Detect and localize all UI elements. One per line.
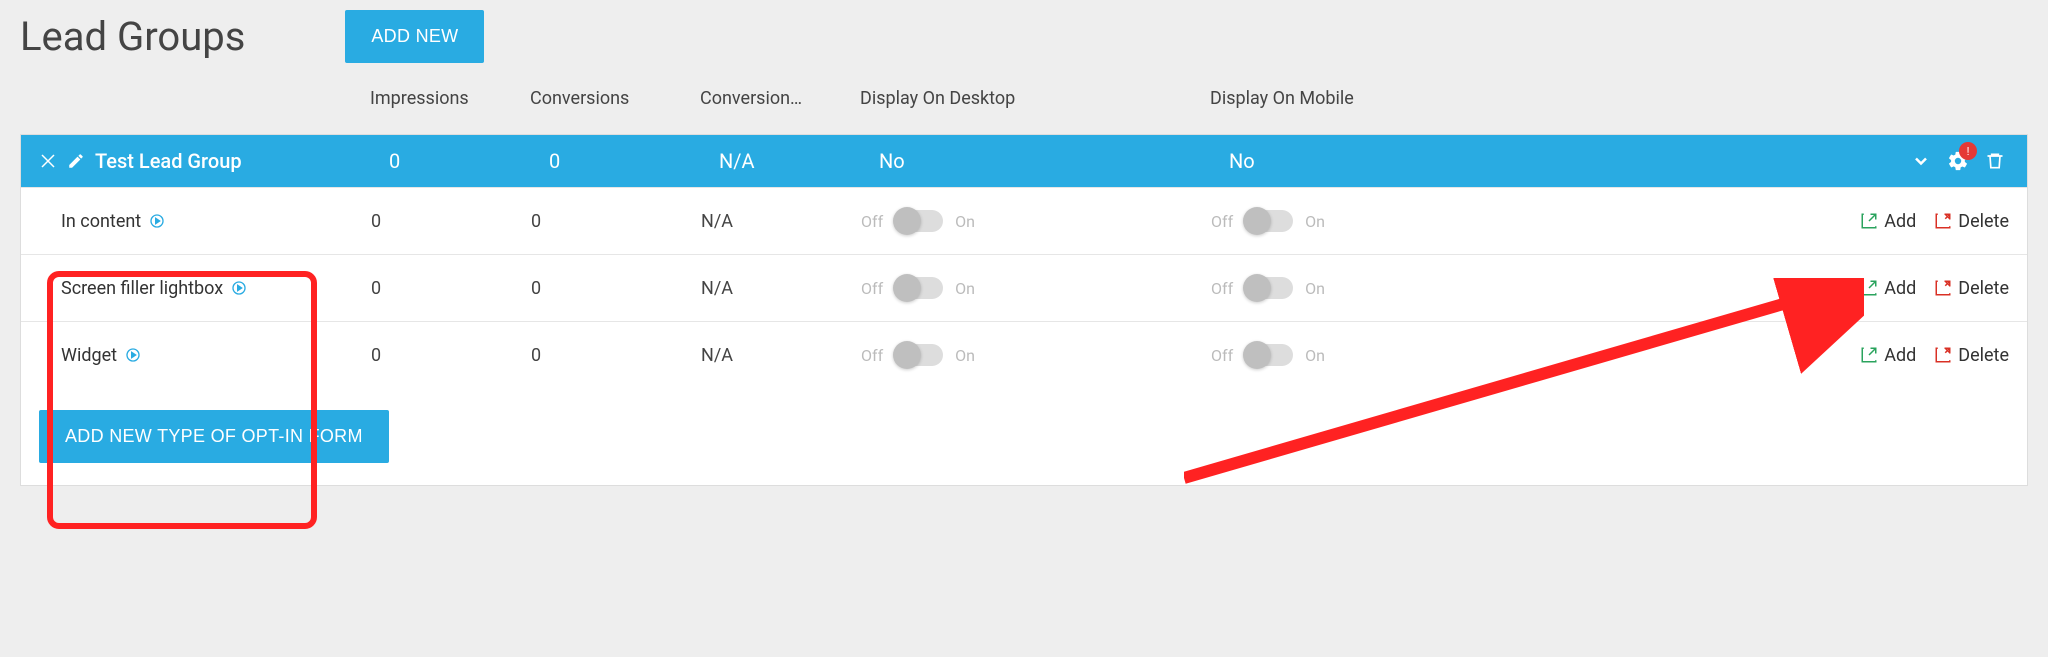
row-conversions: 0 xyxy=(531,211,701,232)
add-new-button[interactable]: ADD NEW xyxy=(345,10,484,63)
toggle-on-label: On xyxy=(1305,346,1325,365)
row-conversions: 0 xyxy=(531,278,701,299)
group-display-desktop: No xyxy=(879,149,1229,173)
add-label: Add xyxy=(1884,211,1916,232)
toggle-off-label: Off xyxy=(861,346,883,365)
row-impressions: 0 xyxy=(371,211,531,232)
toggle-off-label: Off xyxy=(1211,279,1233,298)
delete-label: Delete xyxy=(1958,278,2009,299)
row-impressions: 0 xyxy=(371,345,531,366)
table-row: Screen filler lightbox 0 0 N/A Off On Of… xyxy=(21,254,2027,321)
desktop-toggle[interactable] xyxy=(895,344,943,366)
toggle-off-label: Off xyxy=(861,279,883,298)
delete-button[interactable]: Delete xyxy=(1934,211,2009,232)
group-header: Test Lead Group 0 0 N/A No No ! xyxy=(21,135,2027,187)
group-conversion-rate: N/A xyxy=(719,149,879,173)
desktop-toggle[interactable] xyxy=(895,210,943,232)
toggle-on-label: On xyxy=(955,346,975,365)
row-conversion-rate: N/A xyxy=(701,211,861,232)
add-button[interactable]: Add xyxy=(1860,211,1916,232)
row-impressions: 0 xyxy=(371,278,531,299)
toggle-off-label: Off xyxy=(1211,346,1233,365)
row-name[interactable]: Widget xyxy=(61,345,117,366)
toggle-on-label: On xyxy=(1305,279,1325,298)
row-name[interactable]: Screen filler lightbox xyxy=(61,278,223,299)
group-container: Test Lead Group 0 0 N/A No No ! xyxy=(20,134,2028,486)
row-conversion-rate: N/A xyxy=(701,345,861,366)
play-icon[interactable] xyxy=(149,213,165,229)
add-label: Add xyxy=(1884,278,1916,299)
mobile-toggle[interactable] xyxy=(1245,344,1293,366)
play-icon[interactable] xyxy=(125,347,141,363)
row-conversion-rate: N/A xyxy=(701,278,861,299)
table-row: Widget 0 0 N/A Off On Off On xyxy=(21,321,2027,388)
group-display-mobile: No xyxy=(1229,149,1579,173)
alert-badge: ! xyxy=(1959,142,1977,160)
toggle-on-label: On xyxy=(1305,212,1325,231)
mobile-toggle[interactable] xyxy=(1245,210,1293,232)
columns-header: Impressions Conversions Conversion… Disp… xyxy=(20,88,2028,134)
column-conversions: Conversions xyxy=(530,88,700,114)
group-conversions: 0 xyxy=(549,149,719,173)
delete-label: Delete xyxy=(1958,345,2009,366)
toggle-on-label: On xyxy=(955,212,975,231)
delete-label: Delete xyxy=(1958,211,2009,232)
delete-button[interactable]: Delete xyxy=(1934,278,2009,299)
add-new-optin-button[interactable]: ADD NEW TYPE OF OPT-IN FORM xyxy=(39,410,389,463)
table-row: In content 0 0 N/A Off On Off On xyxy=(21,187,2027,254)
group-name: Test Lead Group xyxy=(95,149,242,173)
desktop-toggle[interactable] xyxy=(895,277,943,299)
tools-icon[interactable] xyxy=(39,152,57,170)
toggle-on-label: On xyxy=(955,279,975,298)
page-title: Lead Groups xyxy=(20,17,245,57)
column-impressions: Impressions xyxy=(370,88,530,114)
chevron-down-icon[interactable] xyxy=(1911,151,1931,171)
group-impressions: 0 xyxy=(389,149,549,173)
column-display-mobile: Display On Mobile xyxy=(1210,88,1560,114)
delete-button[interactable]: Delete xyxy=(1934,345,2009,366)
trash-icon[interactable] xyxy=(1985,151,2005,171)
add-button[interactable]: Add xyxy=(1860,278,1916,299)
column-display-desktop: Display On Desktop xyxy=(860,88,1210,114)
row-name[interactable]: In content xyxy=(61,211,141,232)
add-label: Add xyxy=(1884,345,1916,366)
mobile-toggle[interactable] xyxy=(1245,277,1293,299)
edit-icon[interactable] xyxy=(67,152,85,170)
row-conversions: 0 xyxy=(531,345,701,366)
toggle-off-label: Off xyxy=(861,212,883,231)
play-icon[interactable] xyxy=(231,280,247,296)
column-conversion-rate: Conversion… xyxy=(700,88,802,109)
gear-icon[interactable]: ! xyxy=(1947,150,1969,172)
toggle-off-label: Off xyxy=(1211,212,1233,231)
add-button[interactable]: Add xyxy=(1860,345,1916,366)
